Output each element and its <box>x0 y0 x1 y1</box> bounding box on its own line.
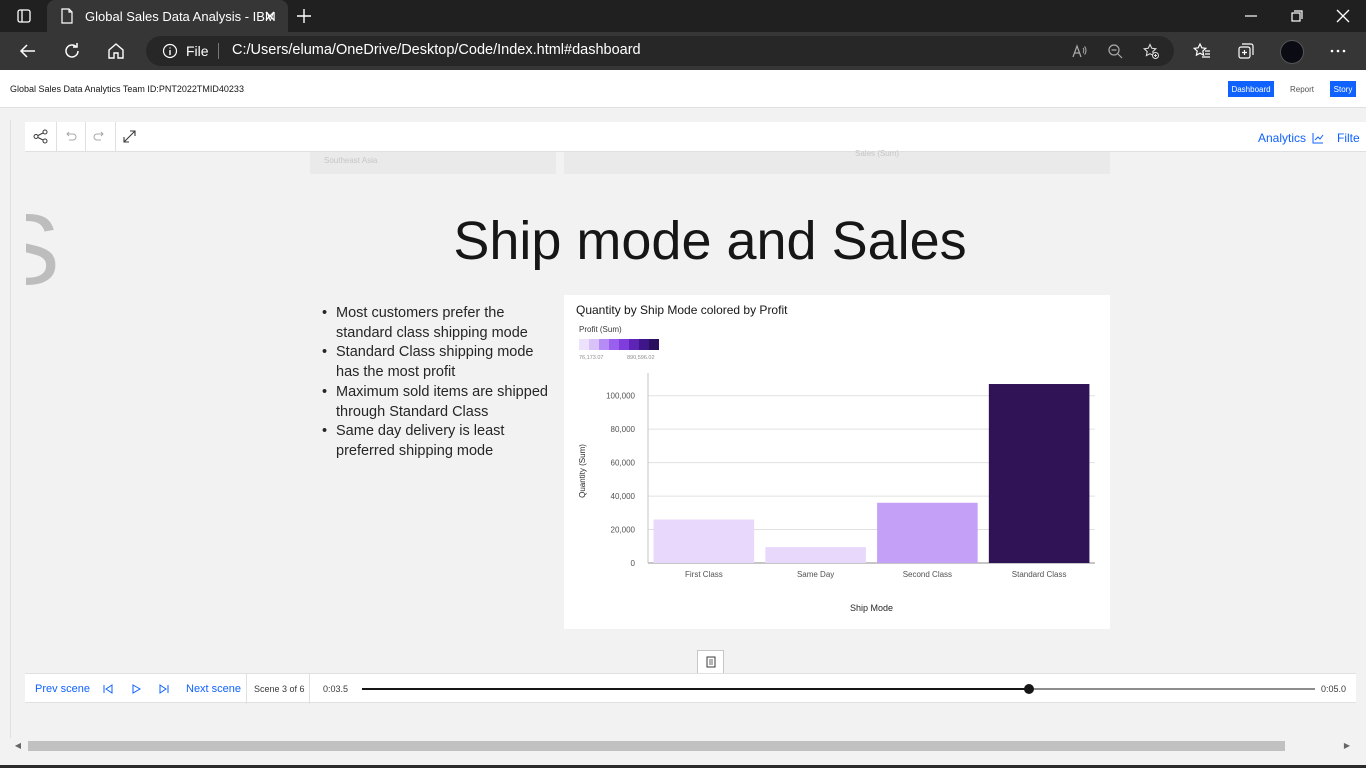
story-toolbar: Analytics Filte <box>25 122 1366 152</box>
minimize-icon[interactable] <box>1243 8 1259 24</box>
toolbar-divider <box>85 122 86 152</box>
analytics-button[interactable]: Analytics <box>1258 131 1324 145</box>
share-icon[interactable] <box>33 129 48 144</box>
report-button[interactable]: Report <box>1284 81 1320 97</box>
total-time: 0:05.0 <box>1321 684 1347 694</box>
profile-avatar[interactable] <box>1280 40 1304 64</box>
timeline-handle[interactable] <box>1024 684 1035 694</box>
bar <box>988 384 1090 563</box>
page-icon <box>61 8 73 24</box>
timeline-slider[interactable] <box>362 684 1315 694</box>
close-window-icon[interactable] <box>1335 8 1351 24</box>
more-options-icon[interactable] <box>1329 42 1347 60</box>
new-tab-icon[interactable] <box>295 7 313 25</box>
y-tick-label: 60,000 <box>611 459 636 468</box>
filter-button[interactable]: Filte <box>1337 131 1360 145</box>
y-tick-label: 40,000 <box>611 492 636 501</box>
insight-item: Most customers prefer the standard class… <box>322 304 558 343</box>
play-icon[interactable] <box>130 683 142 695</box>
notes-icon <box>706 656 715 668</box>
notes-button[interactable] <box>697 650 724 674</box>
previous-scene-chart <box>564 152 1110 174</box>
x-tick-label: Same Day <box>797 570 834 579</box>
read-aloud-icon[interactable] <box>1071 43 1087 59</box>
favorites-icon[interactable] <box>1193 42 1211 60</box>
story-button[interactable]: Story <box>1330 81 1356 97</box>
next-scene-button[interactable]: Next scene <box>186 683 241 695</box>
playback-divider <box>246 674 247 704</box>
scene-counter: Scene 3 of 6 <box>254 684 305 694</box>
x-tick-label: Second Class <box>903 570 952 579</box>
bar <box>877 502 978 563</box>
close-tab-icon[interactable] <box>262 8 278 24</box>
undo-icon[interactable] <box>63 129 78 144</box>
skip-start-icon[interactable] <box>102 683 114 695</box>
address-bar-row: File C:/Users/eluma/OneDrive/Desktop/Cod… <box>0 32 1366 70</box>
scroll-right-icon[interactable]: ▶ <box>1342 741 1352 751</box>
team-label: Global Sales Data Analytics Team ID:PNT2… <box>10 84 244 94</box>
insight-item: Same day delivery is least preferred shi… <box>322 422 558 461</box>
prev-scene-button[interactable]: Prev scene <box>35 683 90 695</box>
home-icon[interactable] <box>107 42 125 60</box>
redo-icon[interactable] <box>92 129 107 144</box>
toolbar-divider <box>115 122 116 152</box>
skip-end-icon[interactable] <box>158 683 170 695</box>
chart-icon <box>1312 133 1324 144</box>
collections-icon[interactable] <box>1237 42 1255 60</box>
browser-tab[interactable]: Global Sales Data Analysis - IBM <box>47 0 288 32</box>
previous-scene-region: Southeast Asia <box>324 156 378 165</box>
bar <box>765 547 866 563</box>
toolbar-divider <box>56 122 57 152</box>
bar-chart: 0 20,000 40,000 60,000 80,000 100,000 First Cl… <box>578 373 1095 613</box>
slide-title: Ship mode and Sales <box>453 211 967 271</box>
y-tick-label: 0 <box>631 559 636 568</box>
chart-card[interactable]: Quantity by Ship Mode colored by Profit … <box>564 295 1110 629</box>
insight-list: Most customers prefer the standard class… <box>322 304 558 462</box>
url-scheme: File <box>186 43 209 59</box>
zoom-out-icon[interactable] <box>1107 43 1123 59</box>
url-text[interactable]: C:/Users/eluma/OneDrive/Desktop/Code/Ind… <box>232 42 641 58</box>
current-time: 0:03.5 <box>323 684 349 694</box>
info-icon[interactable] <box>162 43 178 59</box>
url-separator <box>218 43 219 59</box>
x-tick-label: Standard Class <box>1012 570 1067 579</box>
analytics-label: Analytics <box>1258 131 1307 145</box>
tab-title: Global Sales Data Analysis - IBM <box>85 8 276 24</box>
previous-scene-axis-label: Sales (Sum) <box>855 149 900 158</box>
url-bar[interactable]: File C:/Users/eluma/OneDrive/Desktop/Cod… <box>146 36 1174 66</box>
y-tick-label: 100,000 <box>606 392 635 401</box>
app-header: Global Sales Data Analytics Team ID:PNT2… <box>0 70 1366 108</box>
insight-item: Maximum sold items are shipped through S… <box>322 383 558 422</box>
browser-tab-bar: Global Sales Data Analysis - IBM <box>0 0 1366 32</box>
horizontal-scrollbar[interactable]: ◀ ▶ <box>10 738 1356 754</box>
scrollbar-thumb[interactable] <box>28 741 1285 751</box>
insight-item: Standard Class shipping mode has the mos… <box>322 343 558 382</box>
tab-actions-icon[interactable] <box>10 6 38 26</box>
playback-bar: Prev scene Next scene Scene 3 of 6 0:03.… <box>25 673 1356 704</box>
restore-icon[interactable] <box>1289 8 1305 24</box>
playback-divider <box>309 674 310 704</box>
back-icon[interactable] <box>19 42 37 60</box>
dashboard-button[interactable]: Dashboard <box>1228 81 1274 97</box>
refresh-icon[interactable] <box>63 42 81 60</box>
scroll-left-icon[interactable]: ◀ <box>13 741 23 751</box>
y-axis-title: Quantity (Sum) <box>578 444 587 498</box>
previous-scene-title-fragment: S <box>26 200 60 300</box>
expand-icon[interactable] <box>122 129 137 144</box>
y-tick-label: 80,000 <box>611 425 636 434</box>
add-favorite-icon[interactable] <box>1143 43 1159 59</box>
x-tick-label: First Class <box>685 570 723 579</box>
x-axis-title: Ship Mode <box>850 603 893 613</box>
bar <box>653 519 755 563</box>
y-tick-label: 20,000 <box>611 526 636 535</box>
timeline-progress <box>362 688 1030 690</box>
